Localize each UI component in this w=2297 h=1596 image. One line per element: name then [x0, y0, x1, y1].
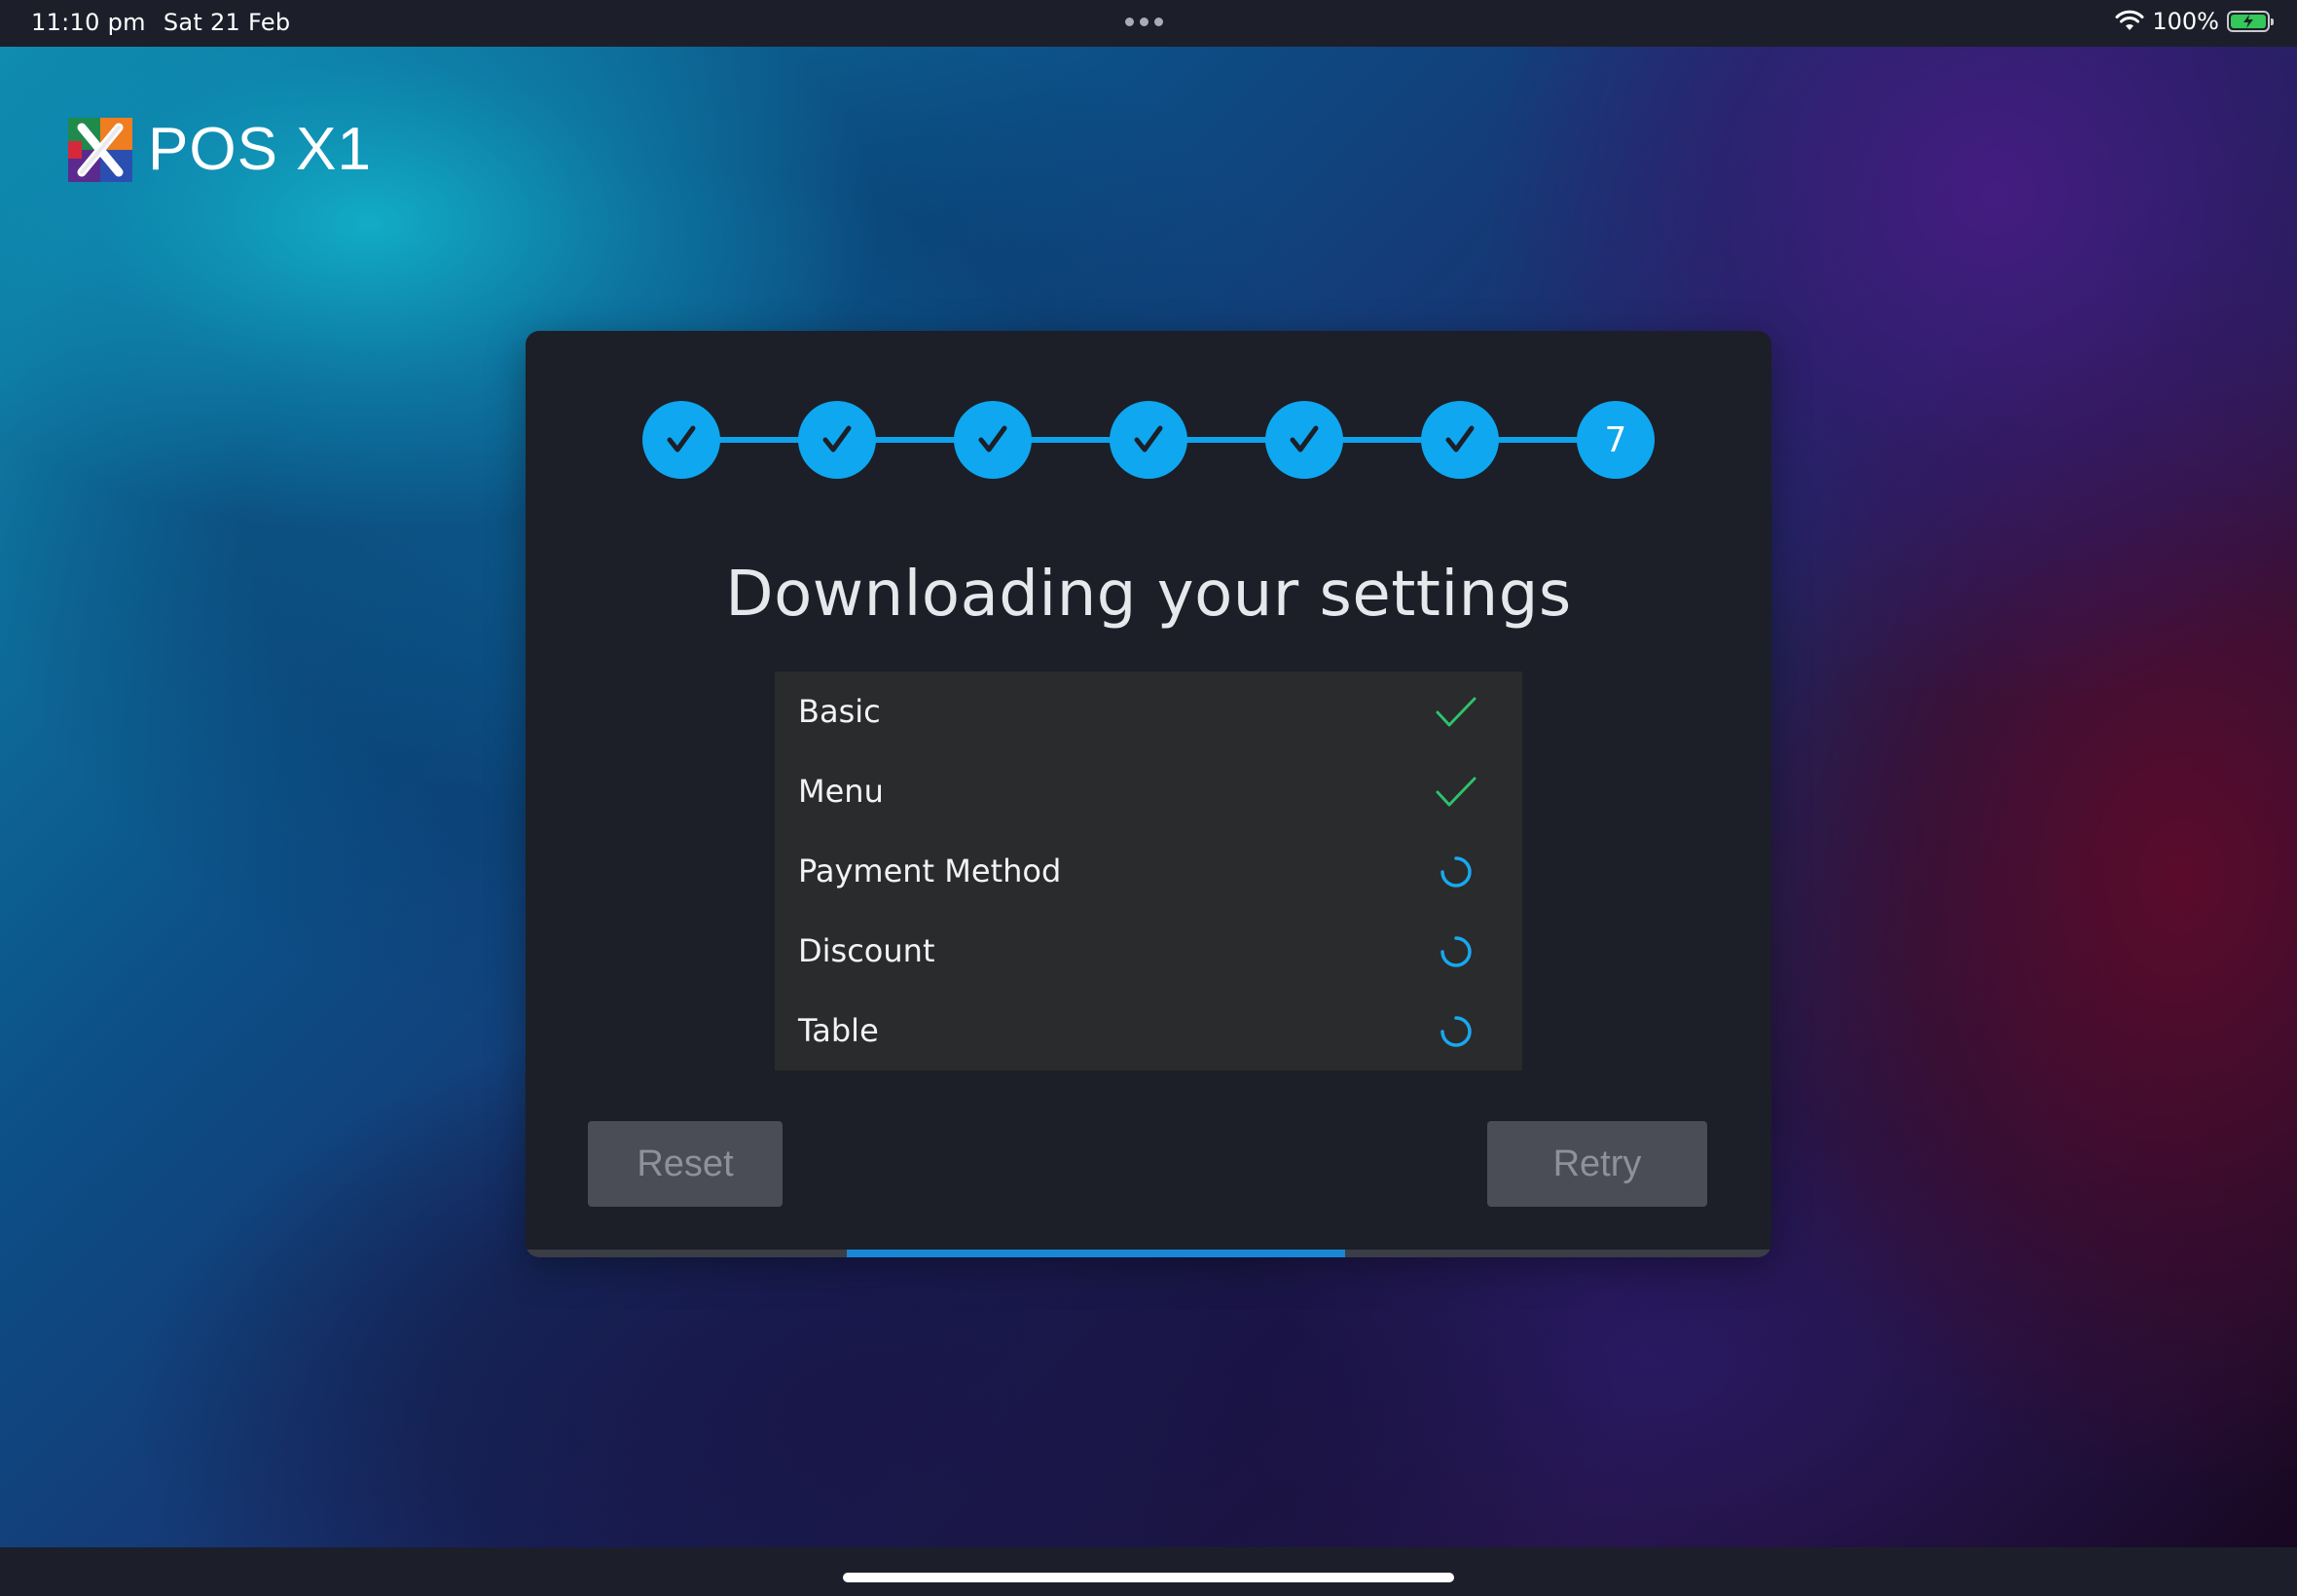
step-7-current: 7	[1577, 401, 1655, 479]
status-date: Sat 21 Feb	[163, 9, 291, 36]
status-bar: 11:10 pm Sat 21 Feb 100%	[0, 0, 2297, 47]
app-logo: POS X1	[68, 115, 372, 184]
loading-spinner-icon	[1440, 856, 1472, 888]
status-time: 11:10 pm Sat 21 Feb	[31, 9, 290, 36]
list-item: Discount	[775, 911, 1522, 991]
checkmark-icon	[1436, 697, 1477, 727]
dialog-title: Downloading your settings	[725, 559, 1572, 631]
wifi-icon	[2115, 10, 2144, 30]
check-icon	[1290, 425, 1319, 453]
battery-charging-icon	[2227, 11, 2274, 32]
setup-stepper: 7	[642, 401, 1655, 479]
list-item-label: Payment Method	[798, 852, 1062, 889]
home-indicator[interactable]	[843, 1573, 1454, 1582]
pos-logo-icon	[68, 117, 132, 182]
loading-spinner-icon	[1440, 936, 1472, 967]
step-7-label: 7	[1604, 419, 1627, 460]
step-6-complete	[1421, 401, 1499, 479]
multitasking-dots-icon[interactable]	[1125, 18, 1163, 26]
loading-spinner-icon	[1440, 1016, 1472, 1047]
screen: 11:10 pm Sat 21 Feb 100% POS X1 7 Downlo…	[0, 0, 2297, 1596]
check-icon	[1134, 425, 1163, 453]
check-icon	[822, 425, 852, 453]
list-item: Payment Method	[775, 831, 1522, 911]
list-item: Table	[775, 991, 1522, 1070]
check-icon	[667, 425, 696, 453]
list-item: Menu	[775, 751, 1522, 831]
settings-download-dialog: 7 Downloading your settings Basic Menu P…	[526, 331, 1771, 1257]
step-4-complete	[1110, 401, 1187, 479]
check-icon	[1445, 425, 1475, 453]
download-progress-fill	[847, 1250, 1345, 1257]
status-indicators: 100%	[2115, 8, 2274, 35]
status-time-text: 11:10 pm	[31, 9, 146, 36]
list-item: Basic	[775, 671, 1522, 751]
list-item-label: Table	[798, 1012, 879, 1049]
reset-button[interactable]: Reset	[588, 1121, 783, 1207]
check-icon	[978, 425, 1007, 453]
home-indicator-area	[0, 1547, 2297, 1596]
step-5-complete	[1265, 401, 1343, 479]
retry-button[interactable]: Retry	[1487, 1121, 1707, 1207]
step-1-complete	[642, 401, 720, 479]
download-progress-bar	[526, 1250, 1771, 1257]
step-2-complete	[798, 401, 876, 479]
settings-list: Basic Menu Payment Method Discount Table	[775, 671, 1522, 1070]
list-item-label: Discount	[798, 932, 935, 969]
battery-percent: 100%	[2152, 8, 2219, 35]
list-item-label: Basic	[798, 693, 881, 730]
step-3-complete	[954, 401, 1032, 479]
app-name: POS X1	[148, 116, 372, 183]
list-item-label: Menu	[798, 773, 884, 810]
checkmark-icon	[1436, 777, 1477, 807]
